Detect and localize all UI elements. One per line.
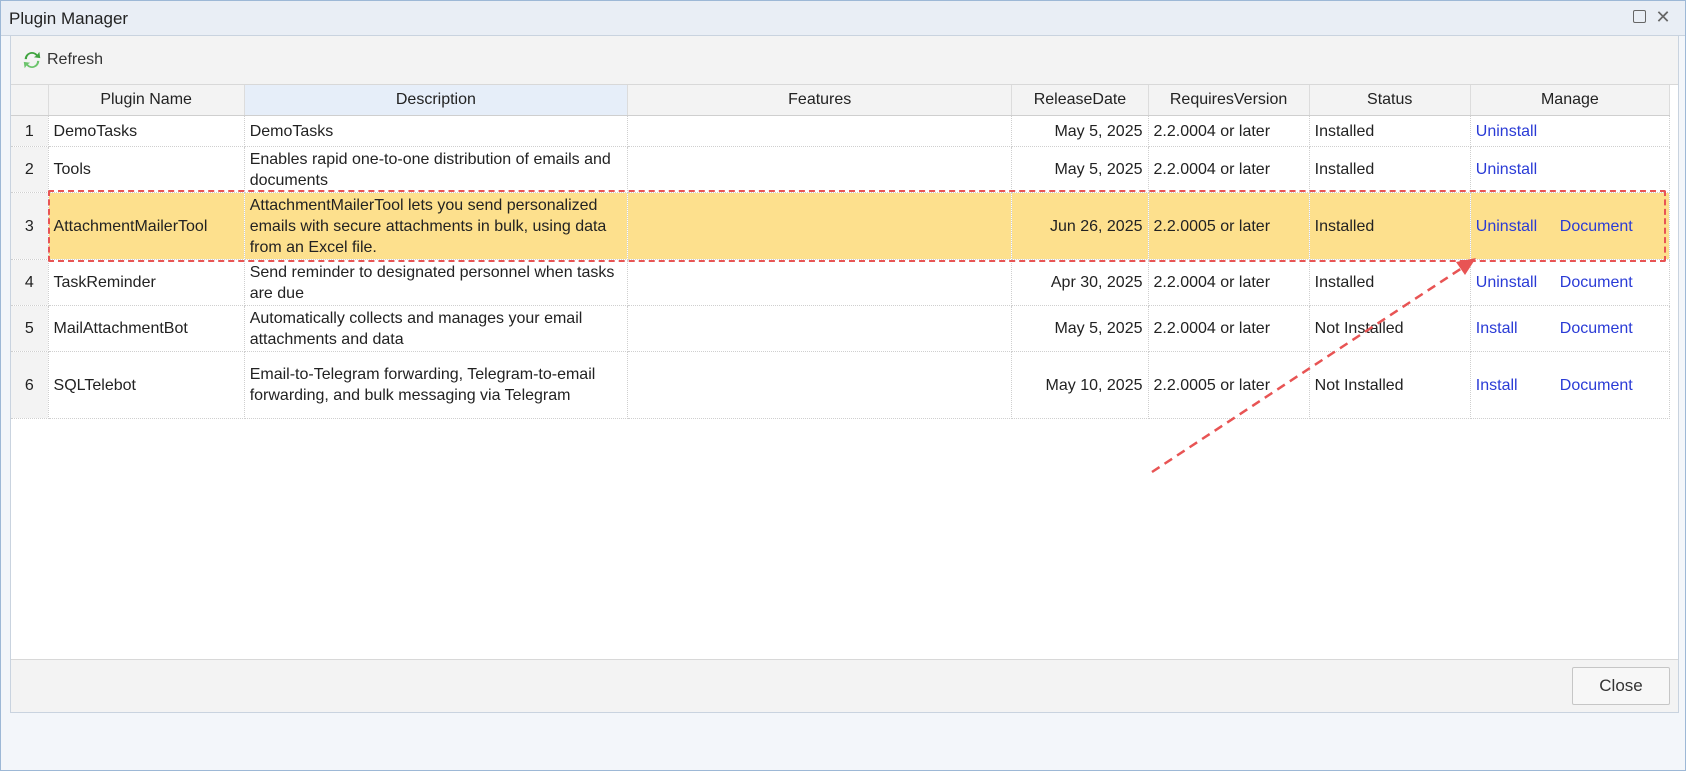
plugin-name-cell: TaskReminder <box>48 259 245 306</box>
release-date-cell: May 5, 2025 <box>1011 305 1149 352</box>
status-cell: Not Installed <box>1309 351 1471 419</box>
features-cell <box>627 146 1013 193</box>
plugin-name-cell: DemoTasks <box>48 115 245 147</box>
column-header-status[interactable]: Status <box>1309 85 1471 116</box>
plugin-name-cell: AttachmentMailerTool <box>48 192 245 260</box>
row-number: 4 <box>11 259 49 306</box>
manage-cell: Install Document <box>1470 351 1671 419</box>
toolbar: Refresh <box>11 36 1678 85</box>
status-cell: Installed <box>1309 259 1471 306</box>
document-link[interactable]: Document <box>1560 272 1633 293</box>
description-cell: Enables rapid one-to-one distribution of… <box>244 146 629 193</box>
table-row[interactable]: 5 MailAttachmentBot Automatically collec… <box>11 305 1671 352</box>
plugin-table: Plugin Name Description Features Release… <box>11 85 1671 419</box>
manage-cell: Uninstall Document <box>1470 259 1671 306</box>
document-link[interactable]: Document <box>1560 375 1633 396</box>
refresh-button[interactable]: Refresh <box>21 48 103 72</box>
features-cell <box>627 192 1013 260</box>
features-cell <box>627 115 1013 147</box>
column-header-features[interactable]: Features <box>627 85 1013 116</box>
table-row[interactable]: 1 DemoTasks DemoTasks May 5, 2025 2.2.00… <box>11 115 1671 147</box>
dialog-footer: Close <box>11 659 1678 712</box>
manage-cell: Uninstall <box>1470 146 1671 193</box>
release-date-cell: Apr 30, 2025 <box>1011 259 1149 306</box>
requires-version-cell: 2.2.0004 or later <box>1148 259 1310 306</box>
features-cell <box>627 259 1013 306</box>
description-cell: Send reminder to designated personnel wh… <box>244 259 629 306</box>
maximize-icon[interactable] <box>1629 7 1649 27</box>
manage-cell: Uninstall Document <box>1470 192 1671 260</box>
refresh-icon <box>23 51 41 69</box>
table-row[interactable]: 6 SQLTelebot Email-to-Telegram forwardin… <box>11 351 1671 419</box>
close-button[interactable]: Close <box>1572 667 1670 705</box>
uninstall-link[interactable]: Uninstall <box>1476 159 1560 180</box>
description-cell: DemoTasks <box>244 115 629 147</box>
table-row-selected[interactable]: 3 AttachmentMailerTool AttachmentMailerT… <box>11 192 1671 260</box>
row-number-header <box>11 85 49 116</box>
column-header-plugin-name[interactable]: Plugin Name <box>48 85 245 116</box>
table-row[interactable]: 4 TaskReminder Send reminder to designat… <box>11 259 1671 306</box>
table-row[interactable]: 2 Tools Enables rapid one-to-one distrib… <box>11 146 1671 193</box>
plugin-name-cell: SQLTelebot <box>48 351 245 419</box>
column-header-release-date[interactable]: ReleaseDate <box>1011 85 1149 116</box>
release-date-cell: May 5, 2025 <box>1011 115 1149 147</box>
refresh-label: Refresh <box>47 51 104 68</box>
requires-version-cell: 2.2.0004 or later <box>1148 146 1310 193</box>
row-number: 3 <box>11 192 49 260</box>
status-cell: Installed <box>1309 146 1471 193</box>
document-link[interactable]: Document <box>1560 216 1633 237</box>
status-cell: Not Installed <box>1309 305 1471 352</box>
manage-cell: Install Document <box>1470 305 1671 352</box>
description-cell: Automatically collects and manages your … <box>244 305 629 352</box>
column-header-manage[interactable]: Manage <box>1470 85 1671 116</box>
features-cell <box>627 351 1013 419</box>
release-date-cell: Jun 26, 2025 <box>1011 192 1149 260</box>
status-cell: Installed <box>1309 115 1471 147</box>
manage-cell: Uninstall <box>1470 115 1671 147</box>
description-cell: Email-to-Telegram forwarding, Telegram-t… <box>244 351 629 419</box>
content-panel: Refresh Plugin Name Description Features… <box>10 35 1679 713</box>
release-date-cell: May 5, 2025 <box>1011 146 1149 193</box>
plugin-manager-window: Plugin Manager ✕ Refresh Plugin Name Des… <box>0 0 1686 771</box>
row-number: 6 <box>11 351 49 419</box>
description-cell: AttachmentMailerTool lets you send perso… <box>244 192 629 260</box>
close-icon[interactable]: ✕ <box>1653 7 1673 27</box>
release-date-cell: May 10, 2025 <box>1011 351 1149 419</box>
row-number: 5 <box>11 305 49 352</box>
plugin-name-cell: Tools <box>48 146 245 193</box>
title-bar: Plugin Manager ✕ <box>1 1 1685 36</box>
plugin-name-cell: MailAttachmentBot <box>48 305 245 352</box>
requires-version-cell: 2.2.0004 or later <box>1148 305 1310 352</box>
status-cell: Installed <box>1309 192 1471 260</box>
row-number: 2 <box>11 146 49 193</box>
table-header-row: Plugin Name Description Features Release… <box>11 85 1671 116</box>
uninstall-link[interactable]: Uninstall <box>1476 121 1560 142</box>
install-link[interactable]: Install <box>1476 318 1560 339</box>
features-cell <box>627 305 1013 352</box>
install-link[interactable]: Install <box>1476 375 1560 396</box>
document-link[interactable]: Document <box>1560 318 1633 339</box>
uninstall-link[interactable]: Uninstall <box>1476 272 1560 293</box>
column-header-requires-version[interactable]: RequiresVersion <box>1148 85 1310 116</box>
uninstall-link[interactable]: Uninstall <box>1476 216 1560 237</box>
requires-version-cell: 2.2.0005 or later <box>1148 351 1310 419</box>
row-number: 1 <box>11 115 49 147</box>
column-header-description[interactable]: Description <box>244 85 629 116</box>
window-title: Plugin Manager <box>9 9 129 28</box>
requires-version-cell: 2.2.0005 or later <box>1148 192 1310 260</box>
requires-version-cell: 2.2.0004 or later <box>1148 115 1310 147</box>
